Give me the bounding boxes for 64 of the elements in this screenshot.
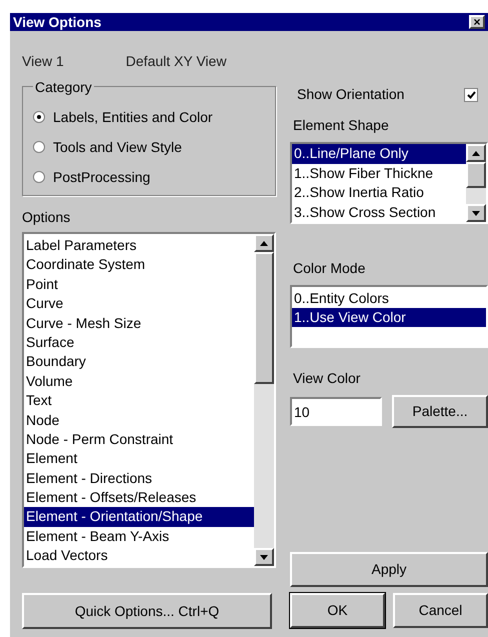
view-color-label: View Color [292,369,362,388]
radio-option[interactable]: Labels, Entities and Color [33,107,275,127]
options-label: Options [22,208,72,227]
radio-button[interactable] [33,141,45,153]
color-mode-label: Color Mode [292,259,366,278]
quick-options-button[interactable]: Quick Options... Ctrl+Q [22,593,272,629]
list-item[interactable]: Element - Offsets/Releases [24,488,254,508]
view-description: Default XY View [126,52,226,71]
radio-option[interactable]: Tools and View Style [33,137,275,157]
up-arrow-icon [472,150,480,156]
radio-button[interactable] [33,171,45,183]
list-item[interactable]: 3..Show Cross Section [292,202,466,222]
element-shape-list[interactable]: 0..Line/Plane Only 1..Show Fiber Thickne 2..Show Inertia Ratio 3..Show Cross Section [290,142,488,224]
radio-button[interactable] [33,111,45,123]
scroll-thumb[interactable] [254,252,274,384]
down-arrow-icon [472,210,480,216]
list-item[interactable]: Curve [24,294,254,314]
window-title: View Options [13,15,102,29]
list-item[interactable]: Element - Beam Y-Axis [24,526,254,546]
list-item[interactable]: Surface [24,332,254,352]
show-orientation-label: Show Orientation [297,85,404,104]
scroll-up-button[interactable] [254,234,274,252]
list-item[interactable]: Element [24,449,254,469]
radio-label: Tools and View Style [53,138,182,157]
palette-button[interactable]: Palette... [392,395,488,428]
view-color-field[interactable]: 10 [290,397,382,426]
list-item[interactable]: 2..Show Inertia Ratio [292,183,466,202]
check-icon [466,90,476,98]
checkbox[interactable] [464,88,478,102]
list-item[interactable]: Point [24,274,254,294]
up-arrow-icon [260,240,268,246]
options-list[interactable] [22,232,276,568]
element-shape-label: Element Shape [292,116,390,135]
scroll-up-button[interactable] [466,144,486,162]
list-item[interactable]: Text [24,391,254,411]
list-item[interactable]: Load Vectors [24,546,254,566]
cancel-button[interactable]: Cancel [393,593,488,628]
color-mode-list[interactable]: 0..Entity Colors 1..Use View Color [290,285,488,348]
list-item[interactable]: Volume [24,372,254,392]
apply-button[interactable]: Apply [290,552,488,587]
radio-label: Labels, Entities and Color [53,108,213,126]
scroll-down-button[interactable] [466,204,486,222]
list-item[interactable]: 0..Entity Colors [292,289,486,308]
list-item[interactable]: Node - Perm Constraint [24,430,254,450]
scrollbar[interactable] [466,144,486,222]
radio-label: PostProcessing [53,168,150,187]
list-item[interactable]: 1..Show Fiber Thickne [292,164,466,183]
ok-button[interactable]: OK [290,593,385,628]
list-item[interactable]: Element - Directions [24,468,254,488]
scrollbar[interactable] [254,234,274,566]
down-arrow-icon [260,554,268,560]
list-item[interactable]: Coordinate System [24,255,254,275]
list-item[interactable]: Node [24,410,254,430]
list-item[interactable]: Element - Orientation/Shape [24,507,254,527]
list-item[interactable]: Boundary [24,352,254,372]
close-button[interactable]: × [469,15,485,29]
list-item[interactable]: 1..Use View Color [292,308,486,327]
list-item[interactable]: 0..Line/Plane Only [292,144,466,164]
view-name: View 1 [22,52,64,71]
list-item[interactable]: Label Parameters [24,236,254,256]
scroll-thumb[interactable] [466,162,486,188]
radio-option[interactable]: PostProcessing [33,167,275,187]
scroll-down-button[interactable] [254,548,274,566]
list-item[interactable]: Curve - Mesh Size [24,314,254,333]
